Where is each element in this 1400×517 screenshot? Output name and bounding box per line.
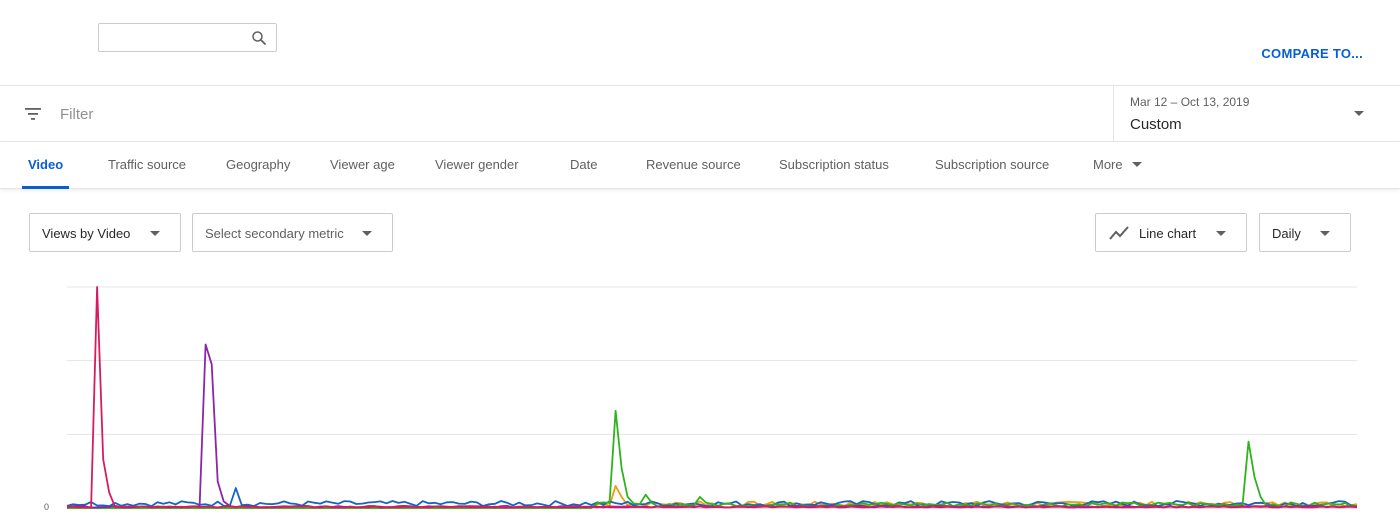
chevron-down-icon <box>1354 111 1364 116</box>
chevron-down-icon <box>1320 231 1330 236</box>
tab-viewer-gender[interactable]: Viewer gender <box>435 157 519 172</box>
granularity-label: Daily <box>1272 226 1301 241</box>
chevron-down-icon <box>362 231 372 236</box>
tab-traffic-source[interactable]: Traffic source <box>108 157 186 172</box>
tab-subscription-status[interactable]: Subscription status <box>779 157 889 172</box>
tab-revenue-source[interactable]: Revenue source <box>646 157 741 172</box>
search-icon[interactable] <box>250 29 268 47</box>
tab-geography[interactable]: Geography <box>226 157 290 172</box>
y-tick-label: 0 <box>44 502 50 512</box>
primary-metric-dropdown[interactable]: Views by Video <box>29 213 181 252</box>
top-bar: COMPARE TO... <box>0 0 1400 86</box>
date-preset-label: Custom <box>1130 116 1182 133</box>
compare-to-button[interactable]: COMPARE TO... <box>1261 46 1363 61</box>
chart-type-label: Line chart <box>1139 226 1197 241</box>
tab-more-label: More <box>1093 157 1123 172</box>
series-line <box>66 286 1358 509</box>
date-range-picker[interactable]: Mar 12 – Oct 13, 2019 Custom <box>1113 86 1400 142</box>
series-line <box>67 409 1358 509</box>
report-tabs: Video Traffic source Geography Viewer ag… <box>0 142 1400 189</box>
tab-more[interactable]: More <box>1093 157 1142 172</box>
series-line <box>66 343 1358 509</box>
tab-date[interactable]: Date <box>570 157 597 172</box>
chevron-down-icon <box>1216 231 1226 236</box>
secondary-metric-label: Select secondary metric <box>205 226 344 241</box>
views-line-chart: 0 <box>0 270 1400 517</box>
chart-svg <box>66 286 1358 509</box>
filter-bar: Mar 12 – Oct 13, 2019 Custom <box>0 86 1400 142</box>
search-input[interactable] <box>105 28 245 48</box>
primary-metric-label: Views by Video <box>42 226 131 241</box>
line-chart-icon <box>1109 226 1129 240</box>
tab-viewer-age[interactable]: Viewer age <box>330 157 395 172</box>
granularity-dropdown[interactable]: Daily <box>1259 213 1351 252</box>
secondary-metric-dropdown[interactable]: Select secondary metric <box>192 213 393 252</box>
tab-subscription-source[interactable]: Subscription source <box>935 157 1049 172</box>
chevron-down-icon <box>1131 162 1142 167</box>
filter-input[interactable] <box>60 104 660 124</box>
search-box[interactable] <box>98 23 277 52</box>
tab-video[interactable]: Video <box>28 157 63 172</box>
active-tab-indicator <box>22 186 69 189</box>
date-range-text: Mar 12 – Oct 13, 2019 <box>1130 95 1250 109</box>
chevron-down-icon <box>150 231 160 236</box>
chart-type-dropdown[interactable]: Line chart <box>1095 213 1247 252</box>
filter-icon[interactable] <box>24 105 42 123</box>
